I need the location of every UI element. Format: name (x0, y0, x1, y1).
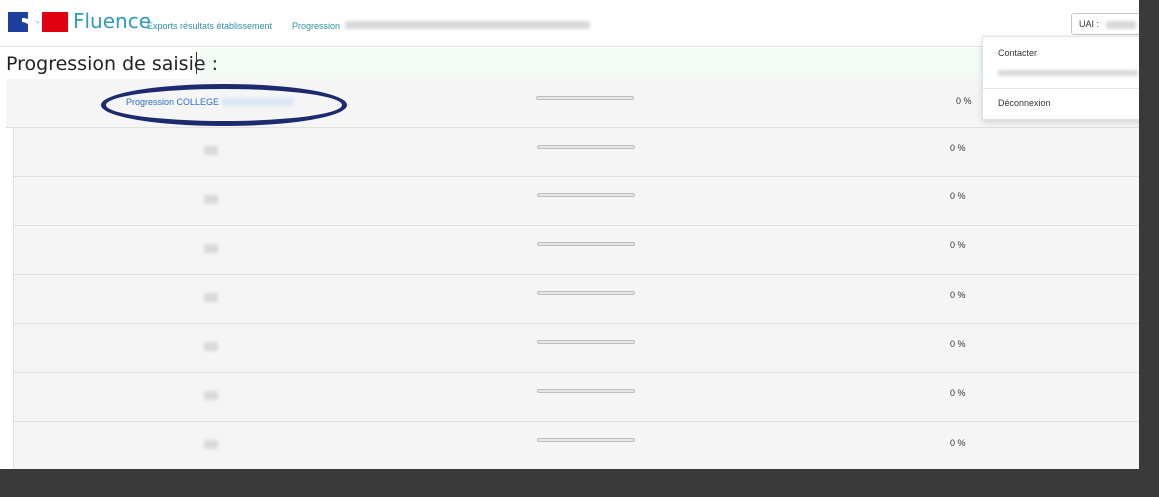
progress-row: 0 % (13, 275, 1139, 324)
menu-item-contacter[interactable]: Contacter (998, 48, 1037, 58)
republique-francaise-logo (8, 12, 68, 32)
progress-row: 0 % (13, 128, 1139, 177)
uai-label: UAI : (1079, 19, 1100, 29)
redacted-row-label (204, 244, 218, 253)
progress-bar (537, 242, 635, 246)
progress-bar (537, 291, 635, 295)
progress-row: 0 % (13, 422, 1139, 469)
progress-bar (537, 193, 635, 197)
nav-link-exports[interactable]: Exports résultats établissement (147, 21, 272, 31)
progress-percent: 0 % (950, 143, 966, 153)
progress-bar (536, 96, 634, 100)
nav-link-progression[interactable]: Progression (292, 21, 340, 31)
progress-percent: 0 % (950, 191, 966, 201)
progress-percent: 0 % (956, 96, 972, 106)
redacted-row-label (204, 342, 218, 351)
page-title: Progression de saisie : (6, 53, 218, 75)
progress-percent: 0 % (950, 240, 966, 250)
progress-percent: 0 % (950, 339, 966, 349)
progress-percent: 0 % (950, 388, 966, 398)
menu-item-deconnexion[interactable]: Déconnexion (998, 98, 1051, 108)
brand-title[interactable]: Fluence (73, 9, 151, 33)
redacted-user-email (998, 70, 1138, 76)
progress-row: 0 % (13, 373, 1139, 422)
progress-bar (537, 340, 635, 344)
progress-row: 0 % (13, 177, 1139, 226)
progress-percent: 0 % (950, 438, 966, 448)
annotation-ellipse (101, 84, 347, 126)
redacted-school-name (345, 21, 590, 29)
menu-divider (983, 88, 1139, 89)
progress-bar (537, 438, 635, 442)
app-window: Fluence Exports résultats établissement … (0, 0, 1139, 469)
redacted-row-label (204, 195, 218, 204)
redacted-row-label (204, 440, 218, 449)
text-cursor (196, 52, 197, 74)
uai-selector[interactable]: UAI : (1071, 13, 1139, 35)
redacted-row-label (204, 293, 218, 302)
progress-bar (537, 389, 635, 393)
progress-row: 0 % (13, 324, 1139, 373)
redacted-uai-value (1105, 20, 1136, 29)
progress-percent: 0 % (950, 290, 966, 300)
redacted-row-label (204, 146, 218, 155)
user-dropdown-menu: Contacter Déconnexion (982, 36, 1139, 120)
progress-row: 0 % (13, 226, 1139, 275)
top-navbar: Fluence Exports résultats établissement … (0, 0, 1139, 47)
progress-bar (537, 145, 635, 149)
redacted-row-label (204, 391, 218, 400)
